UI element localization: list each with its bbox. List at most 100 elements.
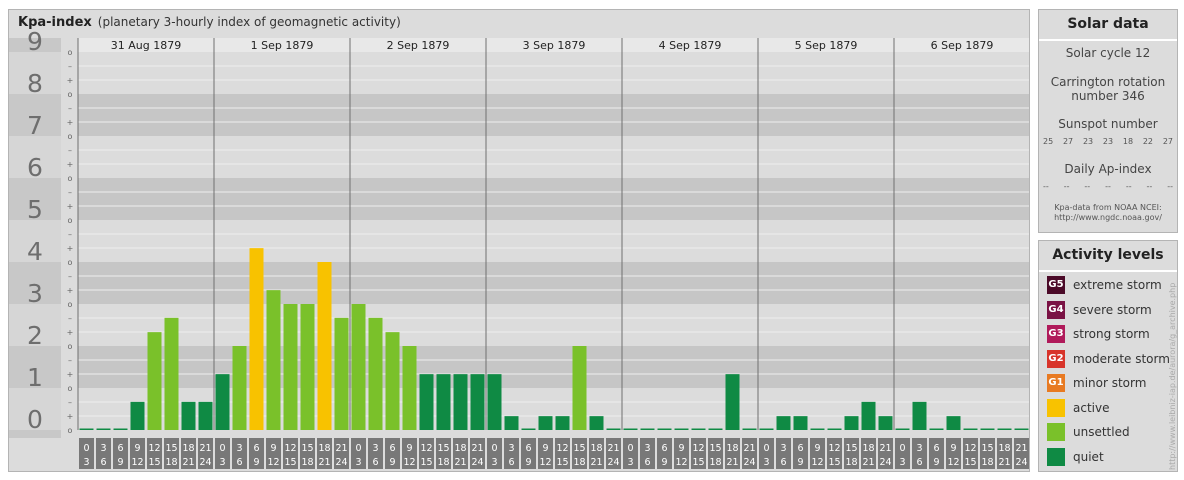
kp-bar (521, 428, 536, 430)
interval-end-label: 15 (284, 457, 296, 468)
legend-item: unsettled (1047, 422, 1130, 442)
y-subtick-label: + (67, 412, 74, 421)
kp-bar (742, 428, 757, 430)
interval-end-label: 18 (845, 457, 857, 468)
interval-end-label: 12 (403, 457, 415, 468)
activity-levels-title: Activity levels (1039, 241, 1177, 272)
sunspot-values: 25 27 23 23 18 22 27 (1043, 137, 1173, 146)
interval-start-label: 3 (236, 443, 242, 454)
interval-end-label: 15 (556, 457, 568, 468)
kp-bar (759, 428, 774, 430)
kp-bar (708, 428, 723, 430)
chart-title: Kpa-index (18, 15, 92, 30)
interval-start-label: 21 (471, 443, 483, 454)
interval-start-label: 9 (950, 443, 956, 454)
interval-start-label: 18 (998, 443, 1010, 454)
legend-item: quiet (1047, 447, 1104, 467)
interval-end-label: 21 (862, 457, 874, 468)
legend-label: quiet (1073, 449, 1104, 464)
kp-band (78, 136, 1029, 178)
interval-start-label: 21 (199, 443, 211, 454)
kp-bar (895, 428, 910, 430)
ap-value: -- (1167, 182, 1173, 191)
kp-bar (878, 416, 893, 430)
interval-end-label: 12 (811, 457, 823, 468)
sunspot-value: 23 (1082, 137, 1094, 146)
interval-start-label: 21 (335, 443, 347, 454)
sunspot-value: 22 (1142, 137, 1154, 146)
legend-swatch (1047, 398, 1065, 417)
interval-start-label: 15 (301, 443, 313, 454)
kp-bar (946, 416, 961, 430)
y-subtick-label: – (68, 230, 72, 239)
carrington-rotation-label: Carrington rotation (1050, 75, 1166, 89)
interval-end-label: 6 (508, 457, 514, 468)
legend-swatch: G2 (1047, 349, 1065, 368)
y-subtick-label: + (67, 202, 74, 211)
interval-start-label: 6 (661, 443, 667, 454)
interval-end-label: 3 (899, 457, 905, 468)
legend-label: minor storm (1073, 376, 1147, 390)
interval-end-label: 24 (199, 457, 211, 468)
kp-bar (572, 346, 587, 430)
interval-end-label: 15 (148, 457, 160, 468)
interval-start-label: 6 (797, 443, 803, 454)
kpa-chart-panel: o + – o + – o + – o + – o + – o + – o + – o + – o + – o 0 1 2 3 4 5 6 7 8 9 31… (8, 9, 1030, 472)
y-tick-label: 4 (27, 237, 43, 266)
interval-end-label: 12 (131, 457, 143, 468)
legend-label: unsettled (1073, 425, 1130, 439)
interval-end-label: 3 (355, 457, 361, 468)
kp-bar (164, 317, 179, 430)
kp-bar (963, 428, 978, 430)
y-tick-label: 2 (27, 321, 43, 350)
day-label: 4 Sep 1879 (659, 39, 722, 52)
interval-start-label: 12 (148, 443, 160, 454)
y-subtick-label: o (68, 384, 73, 393)
interval-end-label: 9 (253, 457, 259, 468)
legend-label: severe storm (1073, 302, 1152, 317)
kp-bar (555, 416, 570, 430)
interval-start-label: 6 (117, 443, 123, 454)
chart-title-bar: Kpa-index (planetary 3-hourly index of ge… (18, 15, 401, 30)
interval-end-label: 24 (335, 457, 347, 468)
kp-bar (980, 428, 995, 430)
kp-bar (674, 428, 689, 430)
interval-start-label: 21 (879, 443, 891, 454)
interval-end-label: 18 (981, 457, 993, 468)
interval-start-label: 3 (916, 443, 922, 454)
kp-band (78, 304, 1029, 346)
interval-start-label: 12 (964, 443, 976, 454)
legend-item: active (1047, 398, 1109, 418)
interval-end-label: 18 (709, 457, 721, 468)
interval-start-label: 3 (372, 443, 378, 454)
kp-bar (215, 374, 230, 430)
interval-start-label: 9 (134, 443, 140, 454)
kp-bar (181, 401, 196, 430)
chart-subtitle: (planetary 3-hourly index of geomagnetic… (97, 15, 401, 29)
kp-band (78, 94, 1029, 136)
kp-bar (776, 416, 791, 430)
interval-start-label: 6 (525, 443, 531, 454)
interval-start-label: 0 (219, 443, 225, 454)
interval-start-label: 9 (270, 443, 276, 454)
interval-end-label: 21 (726, 457, 738, 468)
interval-end-label: 3 (763, 457, 769, 468)
source-link[interactable]: http://www.ngdc.noaa.gov/ (1039, 213, 1177, 223)
interval-start-label: 0 (899, 443, 905, 454)
interval-end-label: 9 (389, 457, 395, 468)
sunspot-value: 18 (1122, 137, 1134, 146)
day-label: 3 Sep 1879 (523, 39, 586, 52)
interval-start-label: 15 (437, 443, 449, 454)
interval-start-label: 0 (627, 443, 633, 454)
kp-band (78, 178, 1029, 220)
archive-credit: http://www.leibniz-iap.de/aurora/g_archi… (1168, 282, 1177, 470)
interval-start-label: 0 (355, 443, 361, 454)
y-subtick-label: o (68, 90, 73, 99)
kp-bar (436, 374, 451, 430)
interval-end-label: 24 (879, 457, 891, 468)
ap-value: -- (1105, 182, 1111, 191)
y-subtick-label: + (67, 328, 74, 337)
kp-bar (810, 428, 825, 430)
legend-label: moderate storm (1073, 351, 1170, 366)
kp-bar (198, 401, 213, 430)
